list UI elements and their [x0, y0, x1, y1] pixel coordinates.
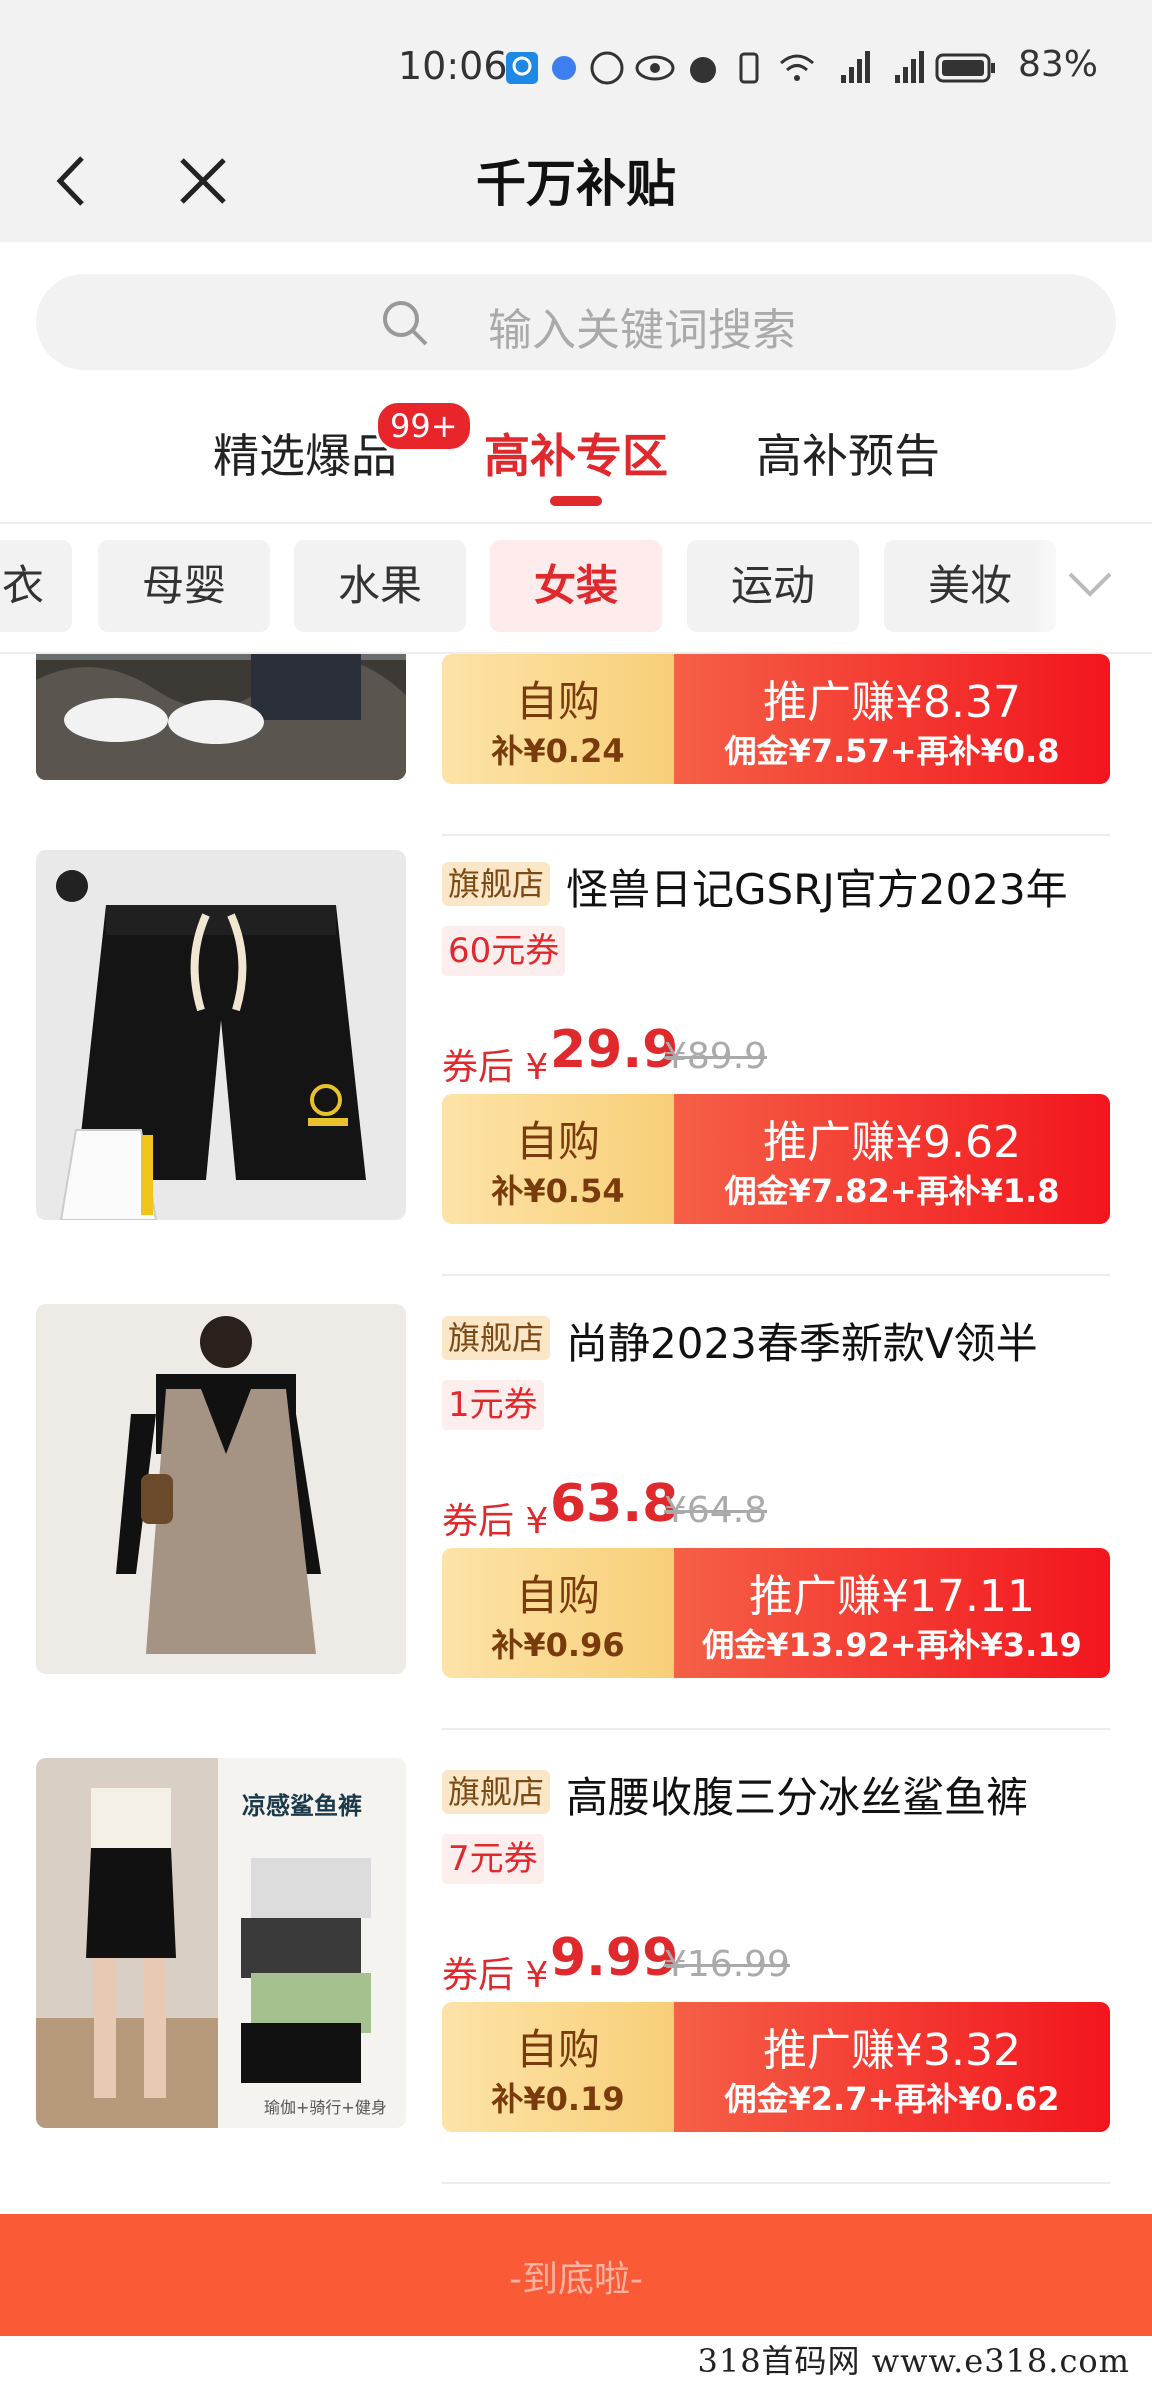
product-list: 自购 补¥0.24 推广赚¥8.37 佣金¥7.57+再补¥0.8 旗舰店 怪兽…: [0, 654, 1152, 2214]
category-womens[interactable]: 女装: [490, 540, 662, 632]
price-label: 券后 ¥: [442, 1047, 549, 1088]
tab-active-indicator: [550, 496, 602, 506]
self-buy-button[interactable]: 自购 补¥0.96: [442, 1548, 674, 1678]
self-buy-subsidy: 补¥0.19: [491, 2080, 625, 2118]
product-actions: 自购 补¥0.24 推广赚¥8.37 佣金¥7.57+再补¥0.8: [442, 654, 1110, 784]
divider: [442, 834, 1110, 836]
image-headline: 凉感鲨鱼裤: [242, 1792, 362, 1820]
self-buy-subsidy: 补¥0.96: [491, 1626, 625, 1664]
self-buy-label: 自购: [515, 677, 600, 726]
divider: [442, 2182, 1110, 2184]
page-title: 千万补贴: [476, 155, 676, 213]
shop-tag: 旗舰店: [442, 1770, 551, 1814]
battery-icon: [935, 53, 995, 83]
self-buy-button[interactable]: 自购 补¥0.54: [442, 1094, 674, 1224]
list-item[interactable]: 旗舰店 怪兽日记GSRJ官方2023年 60元券 券后 ¥ 29.9 ¥89.9…: [0, 850, 1152, 1304]
search-icon: [383, 301, 428, 346]
end-of-list-text: -到底啦-: [509, 2259, 643, 2300]
chevron-down-icon[interactable]: [1060, 560, 1120, 610]
self-buy-subsidy: 补¥0.24: [491, 732, 625, 770]
promote-earn: 推广赚¥17.11: [749, 1571, 1035, 1622]
self-buy-button[interactable]: 自购 补¥0.24: [442, 654, 674, 784]
category-bar: 衣 母婴 水果 女装 运动 美妆: [0, 540, 1152, 636]
price: 63.8: [550, 1474, 679, 1534]
signal-icon-2: [895, 51, 924, 83]
category-sports[interactable]: 运动: [687, 540, 859, 632]
wifi-icon: [780, 54, 814, 81]
promote-detail: 佣金¥2.7+再补¥0.62: [724, 2080, 1060, 2118]
price-label: 券后 ¥: [442, 1955, 549, 1996]
promote-earn: 推广赚¥3.32: [763, 2025, 1021, 2076]
self-buy-label: 自购: [515, 1117, 600, 1166]
end-of-list-banner: -到底啦-: [0, 2214, 1152, 2336]
hd-call-icon: [590, 51, 624, 85]
promote-button[interactable]: 推广赚¥8.37 佣金¥7.57+再补¥0.8: [674, 654, 1110, 784]
tab-featured[interactable]: 精选爆品: [213, 420, 397, 486]
product-actions: 自购 补¥0.19 推广赚¥3.32 佣金¥2.7+再补¥0.62: [442, 2002, 1110, 2132]
self-buy-subsidy: 补¥0.54: [491, 1172, 625, 1210]
list-item[interactable]: 旗舰店 尚静2023春季新款V领半 1元券 券后 ¥ 63.8 ¥64.8 自购…: [0, 1304, 1152, 1758]
tab-bar: 精选爆品 99+ 高补专区 高补预告: [0, 400, 1152, 520]
promote-detail: 佣金¥7.82+再补¥1.8: [724, 1172, 1060, 1210]
category-fruit[interactable]: 水果: [294, 540, 466, 632]
divider: [442, 1728, 1110, 1730]
product-actions: 自购 补¥0.54 推广赚¥9.62 佣金¥7.82+再补¥1.8: [442, 1094, 1110, 1224]
divider: [0, 522, 1152, 524]
shop-tag: 旗舰店: [442, 862, 551, 906]
watermark-text: 318首码网 www.e318.com: [697, 2342, 1130, 2380]
promote-detail: 佣金¥7.57+再补¥0.8: [724, 732, 1060, 770]
signal-icon: [841, 51, 870, 83]
category-label: 衣: [1, 561, 44, 610]
nav-bar: 千万补贴: [0, 120, 1152, 242]
original-price: ¥64.8: [664, 1490, 768, 1531]
alarm-icon: [690, 57, 716, 83]
category-baby[interactable]: 母婴: [98, 540, 270, 632]
status-time: 10:06: [398, 44, 508, 88]
self-buy-button[interactable]: 自购 补¥0.19: [442, 2002, 674, 2132]
product-image[interactable]: 凉感鲨鱼裤 瑜伽+骑行+健身: [36, 1758, 406, 2128]
list-item[interactable]: 凉感鲨鱼裤 瑜伽+骑行+健身 旗舰店 高腰收腹三分冰丝鲨鱼裤 7元券 券后 ¥ …: [0, 1758, 1152, 2212]
product-image[interactable]: [36, 850, 406, 1220]
app-notification-icon: [506, 52, 538, 84]
tab-badge: 99+: [375, 400, 473, 452]
category-clothing[interactable]: 衣: [0, 540, 72, 632]
coupon-badge: 1元券: [442, 1380, 544, 1430]
tab-preview[interactable]: 高补预告: [756, 420, 940, 486]
promote-button[interactable]: 推广赚¥3.32 佣金¥2.7+再补¥0.62: [674, 2002, 1110, 2132]
self-buy-label: 自购: [515, 1571, 600, 1620]
product-image[interactable]: [36, 1304, 406, 1674]
product-title[interactable]: 尚静2023春季新款V领半: [566, 1310, 1038, 1371]
watermark: 318首码网 www.e318.com: [0, 2336, 1152, 2380]
coupon-badge: 60元券: [442, 926, 566, 976]
promote-earn: 推广赚¥8.37: [763, 677, 1021, 728]
product-image[interactable]: [36, 654, 406, 780]
search-input[interactable]: 输入关键词搜索: [36, 274, 1116, 370]
vibrate-icon: [739, 52, 759, 84]
shop-tag: 旗舰店: [442, 1316, 551, 1360]
promote-button[interactable]: 推广赚¥9.62 佣金¥7.82+再补¥1.8: [674, 1094, 1110, 1224]
tab-high-subsidy[interactable]: 高补专区: [484, 420, 668, 486]
status-icons: [505, 48, 997, 88]
promote-detail: 佣金¥13.92+再补¥3.19: [702, 1626, 1082, 1664]
product-title[interactable]: 怪兽日记GSRJ官方2023年: [566, 856, 1068, 917]
app-notification-icon-2: [552, 56, 576, 80]
eye-icon: [635, 55, 675, 81]
original-price: ¥16.99: [664, 1944, 790, 1985]
product-actions: 自购 补¥0.96 推广赚¥17.11 佣金¥13.92+再补¥3.19: [442, 1548, 1110, 1678]
price-label: 券后 ¥: [442, 1501, 549, 1542]
price: 9.99: [550, 1928, 679, 1988]
list-item[interactable]: 自购 补¥0.24 推广赚¥8.37 佣金¥7.57+再补¥0.8: [0, 654, 1152, 864]
self-buy-label: 自购: [515, 2025, 600, 2074]
divider: [442, 1274, 1110, 1276]
battery-percent: 83%: [1018, 44, 1099, 85]
coupon-badge: 7元券: [442, 1834, 544, 1884]
product-title[interactable]: 高腰收腹三分冰丝鲨鱼裤: [566, 1764, 1028, 1825]
promote-earn: 推广赚¥9.62: [763, 1117, 1021, 1168]
original-price: ¥89.9: [664, 1036, 768, 1077]
search-placeholder: 输入关键词搜索: [488, 305, 796, 356]
status-bar: 10:06 83%: [0, 0, 1152, 130]
price: 29.9: [550, 1020, 679, 1080]
promote-button[interactable]: 推广赚¥17.11 佣金¥13.92+再补¥3.19: [674, 1548, 1110, 1678]
image-caption: 瑜伽+骑行+健身: [264, 2098, 387, 2117]
